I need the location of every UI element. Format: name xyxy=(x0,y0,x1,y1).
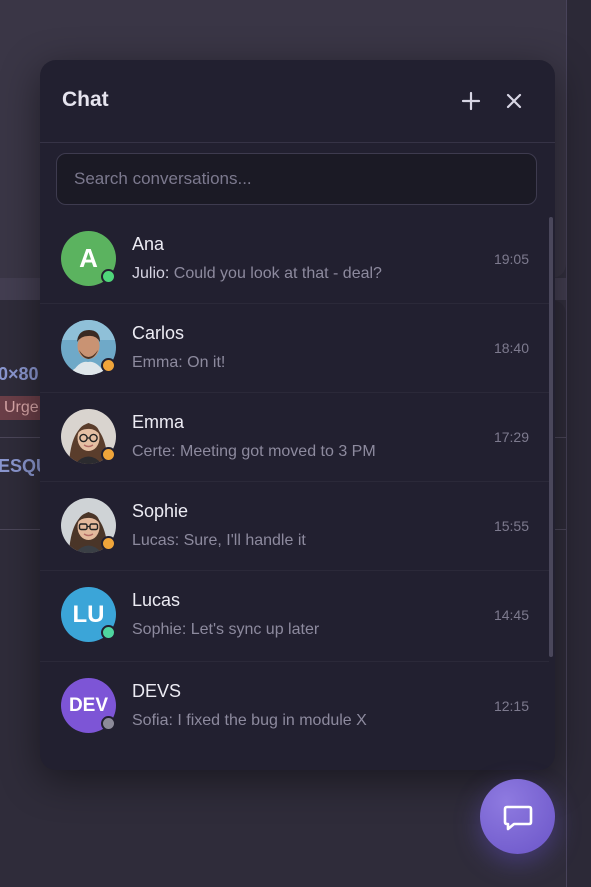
conversation-item-devs[interactable]: DEV DEVS Sofia: I fixed the bug in modul… xyxy=(40,662,549,750)
conversation-preview: Sofia: I fixed the bug in module X xyxy=(132,712,367,729)
close-icon xyxy=(506,93,522,109)
away-status-dot xyxy=(101,447,116,462)
conversation-preview: Certe: Meeting got moved to 3 PM xyxy=(132,443,376,460)
away-status-dot xyxy=(101,536,116,551)
conversation-name: Ana xyxy=(132,234,165,254)
avatar: A xyxy=(61,231,116,286)
plus-icon xyxy=(461,91,481,111)
search-input[interactable] xyxy=(56,153,537,205)
conversation-preview: Emma: On it! xyxy=(132,354,226,371)
avatar-initials: LU xyxy=(72,600,105,628)
conversation-time: 17:29 xyxy=(493,429,529,445)
conversation-time: 19:05 xyxy=(493,251,529,267)
preview-author: Julio: xyxy=(132,265,170,282)
avatar: DEV xyxy=(61,678,116,733)
chat-panel: Chat A Ana Julio: Could you look at that… xyxy=(40,60,555,770)
background-dimension-text: 0×80 xyxy=(0,364,39,384)
conversation-item-ana[interactable]: A Ana Julio: Could you look at that - de… xyxy=(40,215,549,304)
conversation-name: Lucas xyxy=(132,590,181,610)
online-status-dot xyxy=(101,269,116,284)
close-chat-button[interactable] xyxy=(501,88,527,114)
conversation-name: Sophie xyxy=(132,501,189,521)
avatar xyxy=(61,320,116,375)
conversation-preview: Sophie: Let's sync up later xyxy=(132,621,320,638)
conversation-preview: Lucas: Sure, I'll handle it xyxy=(132,532,306,549)
conversation-item-emma[interactable]: Emma Certe: Meeting got moved to 3 PM 17… xyxy=(40,393,549,482)
chat-header: Chat xyxy=(40,60,555,143)
chat-title: Chat xyxy=(62,88,109,111)
chat-bubble-icon xyxy=(503,805,532,830)
conversation-list-scrollbar[interactable] xyxy=(549,217,553,657)
conversation-time: 12:15 xyxy=(493,698,529,714)
avatar xyxy=(61,409,116,464)
conversation-name: Emma xyxy=(132,412,185,432)
background-scroll-edge xyxy=(566,0,591,887)
avatar-initials: DEV xyxy=(68,694,109,716)
conversation-time: 14:45 xyxy=(493,607,529,623)
away-status-dot xyxy=(101,358,116,373)
avatar: LU xyxy=(61,587,116,642)
conversation-preview: Julio: Could you look at that - deal? xyxy=(132,265,382,283)
conversation-item-sophie[interactable]: Sophie Lucas: Sure, I'll handle it 15:55 xyxy=(40,482,549,571)
open-chat-button[interactable] xyxy=(480,779,555,854)
conversation-time: 15:55 xyxy=(493,518,529,534)
offline-status-dot xyxy=(101,716,116,731)
conversation-name: Carlos xyxy=(132,323,185,343)
avatar-initials: A xyxy=(79,243,98,273)
new-chat-button[interactable] xyxy=(458,88,484,114)
conversation-item-carlos[interactable]: Carlos Emma: On it! 18:40 xyxy=(40,304,549,393)
conversation-list: A Ana Julio: Could you look at that - de… xyxy=(40,215,549,750)
conversation-name: DEVS xyxy=(132,681,182,701)
avatar xyxy=(61,498,116,553)
conversation-item-lucas[interactable]: LU Lucas Sophie: Let's sync up later 14:… xyxy=(40,571,549,662)
conversation-time: 18:40 xyxy=(493,340,529,356)
preview-message: Could you look at that - deal? xyxy=(169,265,382,282)
online-status-dot xyxy=(101,625,116,640)
